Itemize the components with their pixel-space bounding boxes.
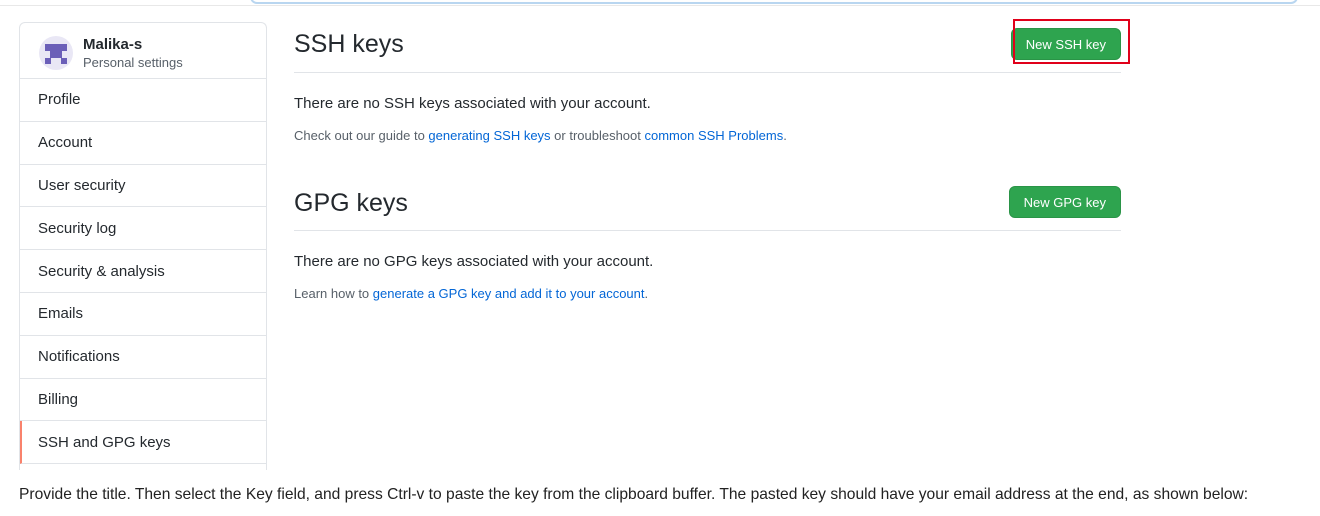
gpg-note-suffix: . (644, 286, 649, 301)
instruction-caption: Provide the title. Then select the Key f… (19, 486, 1249, 503)
sidebar-header: Malika-s Personal settings (20, 23, 266, 79)
new-ssh-key-highlight-box (1013, 19, 1130, 64)
generate-gpg-key-link[interactable]: generate a GPG key and add it to your ac… (373, 286, 645, 301)
sidebar-item-security-analysis[interactable]: Security & analysis (20, 250, 266, 293)
gpg-help-note: Learn how to generate a GPG key and add … (294, 286, 1121, 301)
search-bar-edge[interactable] (250, 0, 1298, 4)
sidebar-item-security-log[interactable]: Security log (20, 207, 266, 251)
sidebar-item-emails[interactable]: Emails (20, 293, 266, 336)
sidebar-item-profile[interactable]: Profile (20, 79, 266, 122)
sidebar-item-user-security[interactable]: User security (20, 165, 266, 208)
settings-sidebar: Malika-s Personal settings Profile Accou… (19, 22, 267, 470)
generating-ssh-keys-link[interactable]: generating SSH keys (428, 128, 550, 143)
sidebar-user-name[interactable]: Malika-s (83, 36, 142, 53)
gpg-keys-header: GPG keys New GPG key (294, 181, 1121, 231)
sidebar-item-billing[interactable]: Billing (20, 379, 266, 422)
main-content: SSH keys New SSH key There are no SSH ke… (294, 22, 1121, 301)
sidebar-item-ssh-gpg-keys[interactable]: SSH and GPG keys (20, 421, 266, 465)
gpg-keys-title: GPG keys (294, 189, 408, 217)
top-edge (0, 0, 1320, 6)
gpg-keys-section: GPG keys New GPG key There are no GPG ke… (294, 181, 1121, 301)
ssh-keys-title: SSH keys (294, 30, 404, 58)
top-divider (0, 5, 1320, 6)
ssh-keys-section: SSH keys New SSH key There are no SSH ke… (294, 22, 1121, 143)
gpg-note-prefix: Learn how to (294, 286, 373, 301)
ssh-note-middle: or troubleshoot (550, 128, 645, 143)
ssh-note-suffix: . (783, 128, 787, 143)
ssh-keys-header: SSH keys New SSH key (294, 22, 1121, 73)
common-ssh-problems-link[interactable]: common SSH Problems (645, 128, 784, 143)
sidebar-item-account[interactable]: Account (20, 122, 266, 165)
ssh-help-note: Check out our guide to generating SSH ke… (294, 128, 1121, 143)
gpg-empty-message: There are no GPG keys associated with yo… (294, 253, 654, 270)
ssh-empty-message: There are no SSH keys associated with yo… (294, 95, 651, 112)
sidebar-user-subtitle: Personal settings (83, 55, 183, 70)
sidebar-item-notifications[interactable]: Notifications (20, 336, 266, 379)
avatar[interactable] (39, 36, 73, 70)
ssh-note-prefix: Check out our guide to (294, 128, 429, 143)
new-gpg-key-button[interactable]: New GPG key (1008, 186, 1121, 218)
